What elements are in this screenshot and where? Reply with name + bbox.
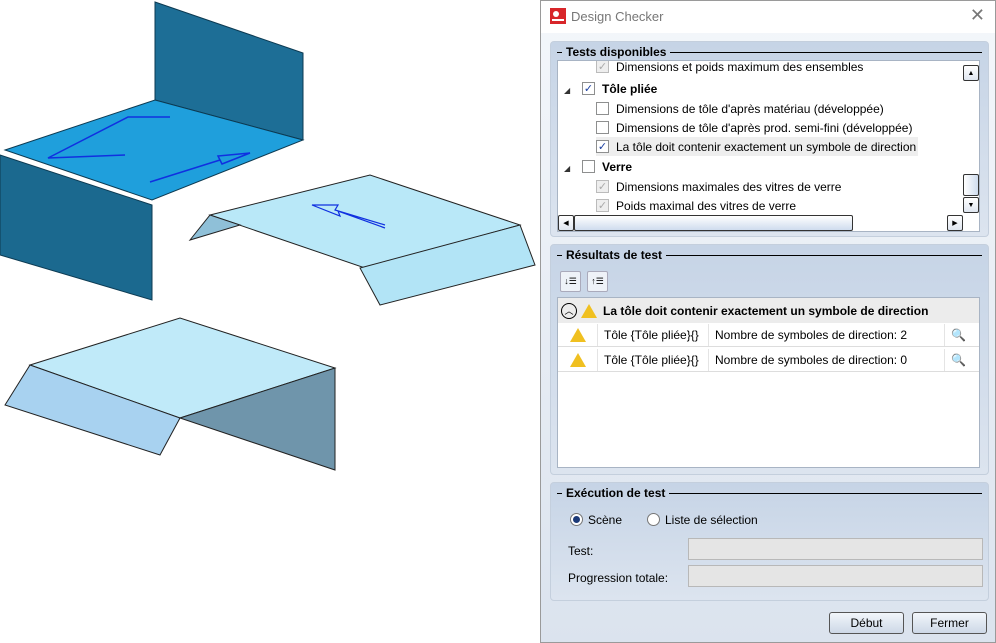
expand-triangle-icon[interactable]: ◢ (564, 86, 570, 95)
results-list[interactable]: ︿ La tôle doit contenir exactement un sy… (557, 297, 980, 468)
radio-label: Liste de sélection (665, 512, 758, 527)
close-button[interactable]: Fermer (912, 612, 987, 634)
checkbox[interactable] (596, 102, 609, 115)
tree-item-label: Dimensions de tôle d'après matériau (dév… (616, 101, 884, 116)
start-button[interactable]: Début (829, 612, 904, 634)
tree-item-label: La tôle doit contenir exactement un symb… (616, 139, 917, 154)
tree-item-label: Tôle pliée (602, 81, 658, 96)
zoom-to-object-icon[interactable]: 🔍 (945, 349, 977, 371)
result-object: Tôle {Tôle pliée}{} (598, 323, 709, 346)
checkbox[interactable]: ✓ (596, 61, 609, 73)
scroll-up-button[interactable]: ▲ (963, 65, 979, 81)
expand-all-button[interactable]: ↓☰ (560, 271, 581, 292)
tree-item-label: Dimensions de tôle d'après prod. semi-fi… (616, 120, 913, 135)
checkbox[interactable]: ✓ (582, 82, 595, 95)
warning-icon (581, 303, 597, 318)
table-row[interactable]: Tôle {Tôle pliée}{} Nombre de symboles d… (558, 348, 979, 372)
scrollbar-thumb[interactable] (963, 174, 979, 196)
total-progress-bar (688, 565, 983, 587)
title-bar: Design Checker ✕ (541, 1, 995, 33)
warning-icon (570, 352, 586, 367)
radio-button[interactable] (647, 513, 660, 526)
test-results-group: Résultats de test ↓☰ ↑☰ ︿ La tôle doit c… (550, 244, 989, 475)
sheet-part-2[interactable] (188, 174, 536, 306)
design-checker-dialog: Design Checker ✕ Tests disponibles ✓ Dime… (540, 0, 996, 643)
app-icon (550, 8, 566, 24)
sheet-part-1[interactable] (0, 1, 305, 301)
result-object: Tôle {Tôle pliée}{} (598, 348, 709, 371)
scrollbar-thumb[interactable] (574, 215, 853, 231)
result-group-title: La tôle doit contenir exactement un symb… (603, 303, 929, 318)
radio-label: Scène (588, 512, 623, 527)
group-title: Résultats de test (557, 248, 982, 262)
collapse-circle-icon[interactable]: ︿ (561, 302, 577, 319)
checkbox[interactable] (596, 121, 609, 134)
radio-scene[interactable]: Scène (570, 510, 622, 529)
checkbox[interactable]: ✓ (596, 140, 609, 153)
progress-label: Progression totale: (568, 571, 669, 585)
collapse-all-button[interactable]: ↑☰ (587, 271, 608, 292)
result-group-header[interactable]: ︿ La tôle doit contenir exactement un sy… (558, 298, 979, 323)
tree-item-label: Verre (602, 159, 633, 174)
vertical-scrollbar[interactable]: ▲ ▼ (963, 61, 979, 215)
scroll-left-button[interactable]: ◀ (558, 215, 574, 231)
expand-triangle-icon[interactable]: ◢ (564, 164, 570, 173)
checkbox[interactable] (582, 160, 595, 173)
close-icon[interactable]: ✕ (970, 5, 985, 26)
test-field (688, 538, 983, 560)
horizontal-scrollbar[interactable]: ◀ ▶ (558, 215, 963, 231)
result-message: Nombre de symboles de direction: 2 (709, 323, 945, 346)
table-row[interactable]: Tôle {Tôle pliée}{} Nombre de symboles d… (558, 323, 979, 347)
group-title: Exécution de test (557, 486, 982, 500)
test-execution-group: Exécution de test Scène Liste de sélecti… (550, 482, 989, 601)
cad-viewport[interactable] (0, 0, 540, 643)
sheet-part-3[interactable] (4, 317, 337, 471)
result-message: Nombre de symboles de direction: 0 (709, 348, 945, 371)
tests-tree[interactable]: ✓ Dimensions et poids maximum des ensembl… (557, 60, 980, 232)
scroll-right-button[interactable]: ▶ (947, 215, 963, 231)
tree-item-label: Dimensions et poids maximum des ensemble… (616, 60, 864, 74)
zoom-to-object-icon[interactable]: 🔍 (945, 324, 977, 346)
window-title: Design Checker (571, 9, 664, 24)
scroll-down-button[interactable]: ▼ (963, 197, 979, 213)
radio-button[interactable] (570, 513, 583, 526)
test-label: Test: (568, 544, 594, 558)
available-tests-group: Tests disponibles ✓ Dimensions et poids m… (550, 41, 989, 237)
checkbox[interactable]: ✓ (596, 180, 609, 193)
checkbox[interactable]: ✓ (596, 199, 609, 212)
tree-item-label: Poids maximal des vitres de verre (616, 198, 797, 213)
tree-item-label: Dimensions maximales des vitres de verre (616, 179, 842, 194)
warning-icon (570, 327, 586, 342)
group-title: Tests disponibles (557, 45, 982, 59)
radio-selection-list[interactable]: Liste de sélection (647, 510, 758, 529)
